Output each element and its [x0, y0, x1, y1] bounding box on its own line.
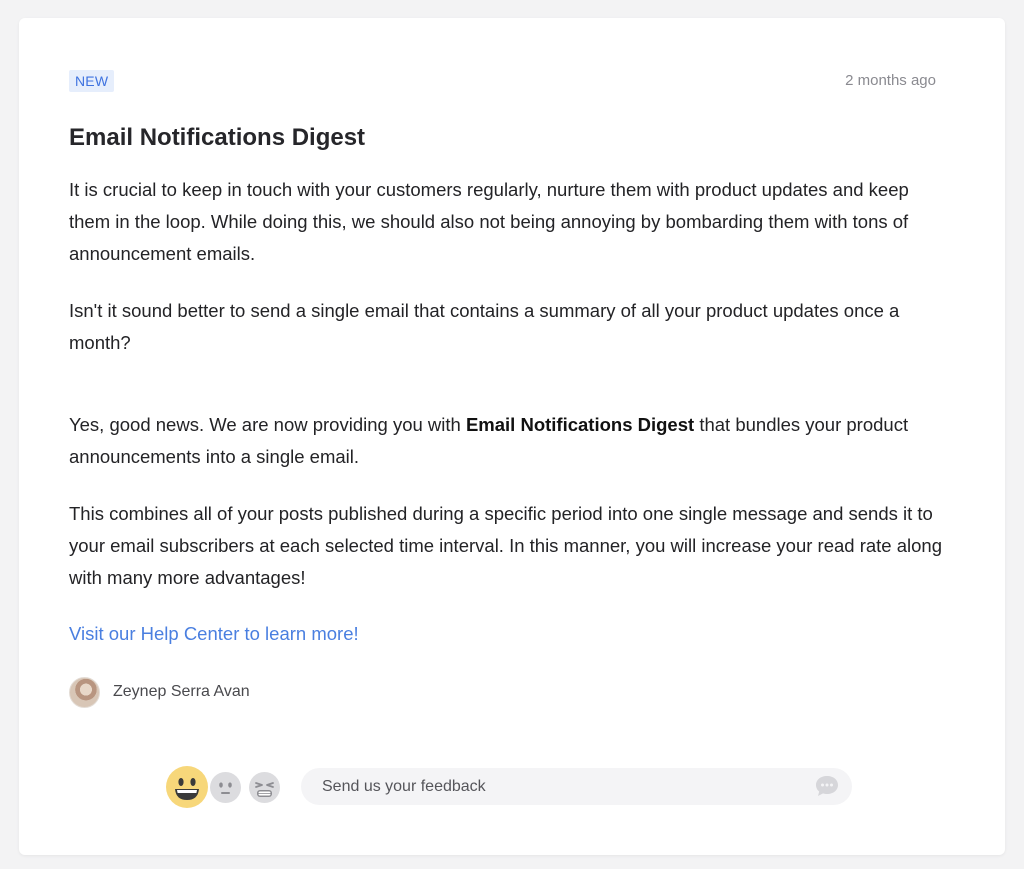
happy-face-icon[interactable] [166, 766, 208, 808]
author-name: Zeynep Serra Avan [113, 683, 250, 700]
paragraph-2: Isn't it sound better to send a single e… [69, 300, 900, 353]
paragraph-4: This combines all of your posts publishe… [69, 503, 943, 588]
paragraph-3: Yes, good news. We are now providing you… [69, 409, 954, 473]
post-timestamp: 2 months ago [845, 72, 936, 89]
help-center-link[interactable]: Visit our Help Center to learn more! [69, 618, 359, 650]
feedback-input[interactable] [301, 768, 801, 805]
post-title: Email Notifications Digest [69, 124, 366, 151]
feedback-box [301, 768, 852, 805]
avatar [69, 676, 100, 708]
post-header: NEW 2 months ago [69, 70, 959, 92]
paragraph-3-bold: Email Notifications Digest [465, 414, 695, 435]
tired-face-icon[interactable] [249, 772, 280, 803]
new-badge: NEW [69, 70, 115, 92]
neutral-face-icon[interactable] [210, 772, 241, 803]
post-card: NEW 2 months ago Email Notifications Dig… [19, 18, 1005, 855]
chat-bubble-icon[interactable] [814, 774, 840, 798]
author: Zeynep Serra Avan [69, 676, 959, 708]
paragraph-3-start: Yes, good news. We are now providing you… [69, 414, 466, 435]
paragraph-1: It is crucial to keep in touch with your… [69, 179, 909, 264]
feedback-row [166, 766, 856, 808]
post-content: NEW 2 months ago Email Notifications Dig… [69, 70, 959, 708]
